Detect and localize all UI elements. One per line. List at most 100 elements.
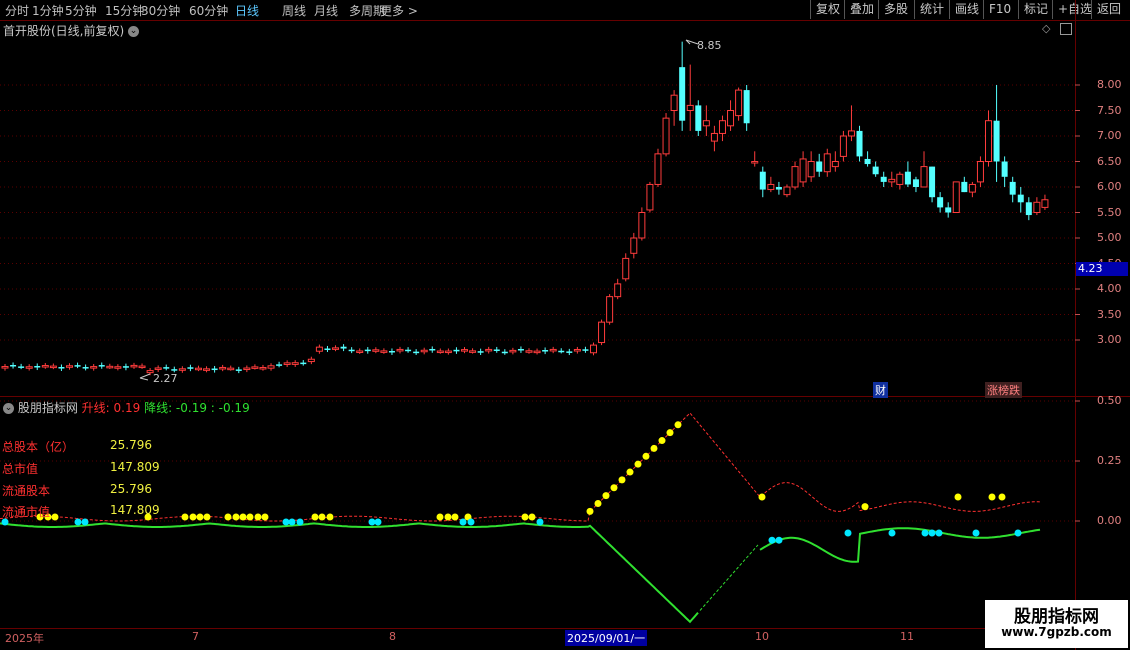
candle-body bbox=[839, 135, 847, 157]
candle-body bbox=[501, 351, 508, 354]
candle-body bbox=[558, 350, 565, 353]
candle-body bbox=[332, 347, 340, 350]
candle-body bbox=[82, 367, 89, 369]
candle-body bbox=[662, 117, 670, 155]
yellow-signal-dot bbox=[674, 421, 682, 429]
candle-body bbox=[307, 358, 315, 363]
candle-body bbox=[235, 369, 242, 371]
candle-body bbox=[34, 365, 41, 368]
candle-body bbox=[509, 349, 517, 353]
candle-body bbox=[566, 351, 573, 353]
candle-body bbox=[114, 366, 122, 369]
candle-body bbox=[324, 348, 331, 351]
candle-body bbox=[122, 366, 129, 368]
yellow-signal-dot bbox=[650, 444, 658, 452]
candle-body bbox=[106, 365, 114, 369]
yellow-signal-dot bbox=[642, 452, 650, 460]
candle-body bbox=[542, 350, 549, 352]
cyan-signal-dot bbox=[374, 518, 382, 526]
candle-body bbox=[276, 364, 283, 366]
candle-body bbox=[98, 365, 105, 367]
candle-body bbox=[1017, 194, 1024, 203]
candle-body bbox=[759, 171, 766, 190]
candle-body bbox=[968, 183, 976, 193]
current-price-tag: 4.23 bbox=[1076, 262, 1128, 276]
candle-body bbox=[388, 350, 395, 353]
yellow-signal-dot bbox=[254, 513, 262, 521]
candle-body bbox=[1041, 199, 1049, 208]
candle-body bbox=[41, 365, 49, 368]
candle-body bbox=[380, 350, 388, 353]
candle-body bbox=[799, 158, 807, 183]
candle-body bbox=[864, 158, 871, 165]
yellow-signal-dot bbox=[988, 493, 996, 501]
candle-body bbox=[751, 161, 759, 164]
cyan-signal-dot bbox=[888, 529, 896, 537]
candle-body bbox=[735, 89, 743, 117]
candle-body bbox=[952, 181, 960, 213]
price-tick: 4.00 bbox=[1097, 282, 1122, 295]
limit-event-tag[interactable]: 涨榜跌 bbox=[985, 382, 1022, 398]
finance-event-tag[interactable]: 财 bbox=[873, 382, 888, 398]
candle-body bbox=[130, 364, 138, 368]
candle-body bbox=[49, 365, 57, 369]
cyan-signal-dot bbox=[368, 518, 376, 526]
yellow-signal-dot bbox=[618, 476, 626, 484]
candle-body bbox=[18, 366, 25, 368]
candle-body bbox=[469, 350, 477, 353]
candle-body bbox=[847, 130, 855, 137]
yellow-signal-dot bbox=[444, 513, 452, 521]
candle-body bbox=[65, 365, 73, 368]
x-label-nov: 11 bbox=[900, 630, 914, 643]
candle-body bbox=[1025, 202, 1032, 216]
yellow-signal-dot bbox=[246, 513, 254, 521]
candle-body bbox=[775, 187, 782, 190]
yellow-signal-dot bbox=[658, 437, 666, 445]
candle-body bbox=[429, 348, 436, 351]
high-price-label: 8.85 bbox=[697, 39, 722, 52]
cyan-signal-dot bbox=[81, 518, 89, 526]
candle-body bbox=[1001, 161, 1008, 177]
candle-body bbox=[646, 183, 654, 211]
candle-body bbox=[283, 362, 291, 365]
candle-body bbox=[961, 181, 968, 193]
yellow-signal-dot bbox=[261, 513, 269, 521]
candle-body bbox=[831, 161, 839, 168]
candle-body bbox=[1033, 201, 1041, 214]
candle-body bbox=[485, 348, 493, 352]
yellow-signal-dot bbox=[451, 513, 459, 521]
yellow-signal-dot bbox=[998, 493, 1006, 501]
watermark-title: 股朋指标网 bbox=[1014, 607, 1099, 627]
watermark-url: www.7gpzb.com bbox=[1001, 625, 1112, 639]
yellow-signal-dot bbox=[203, 513, 211, 521]
indicator-tick: 0.25 bbox=[1097, 454, 1122, 467]
candle-body bbox=[517, 348, 524, 351]
candle-body bbox=[493, 349, 500, 351]
price-tick: 3.00 bbox=[1097, 333, 1122, 346]
price-tick: 6.50 bbox=[1097, 154, 1122, 168]
candle-body bbox=[937, 197, 944, 208]
yellow-signal-dot bbox=[954, 493, 962, 501]
yellow-signal-dot bbox=[758, 493, 766, 501]
candle-body bbox=[25, 366, 33, 369]
candle-body bbox=[573, 348, 581, 352]
candle-body bbox=[243, 367, 251, 371]
candle-body bbox=[300, 362, 307, 365]
candle-body bbox=[267, 365, 275, 369]
cyan-signal-dot bbox=[1014, 529, 1022, 537]
indicator-tick: 0.00 bbox=[1097, 514, 1122, 527]
yellow-signal-dot bbox=[239, 513, 247, 521]
candle-body bbox=[10, 365, 17, 367]
yellow-signal-dot bbox=[602, 492, 610, 500]
candle-body bbox=[227, 367, 235, 371]
x-label-jul: 7 bbox=[192, 630, 199, 643]
up-line-label: 升线: 0.19 bbox=[81, 401, 141, 415]
candle-body bbox=[679, 67, 686, 121]
candle-body bbox=[154, 367, 162, 370]
chevron-down-icon[interactable]: ⌄ bbox=[3, 403, 14, 414]
candlestick-chart[interactable] bbox=[0, 0, 1130, 650]
yellow-signal-dot bbox=[586, 507, 594, 515]
candle-body bbox=[461, 349, 469, 352]
yellow-signal-dot bbox=[318, 513, 326, 521]
down-line-dashed bbox=[699, 544, 759, 611]
